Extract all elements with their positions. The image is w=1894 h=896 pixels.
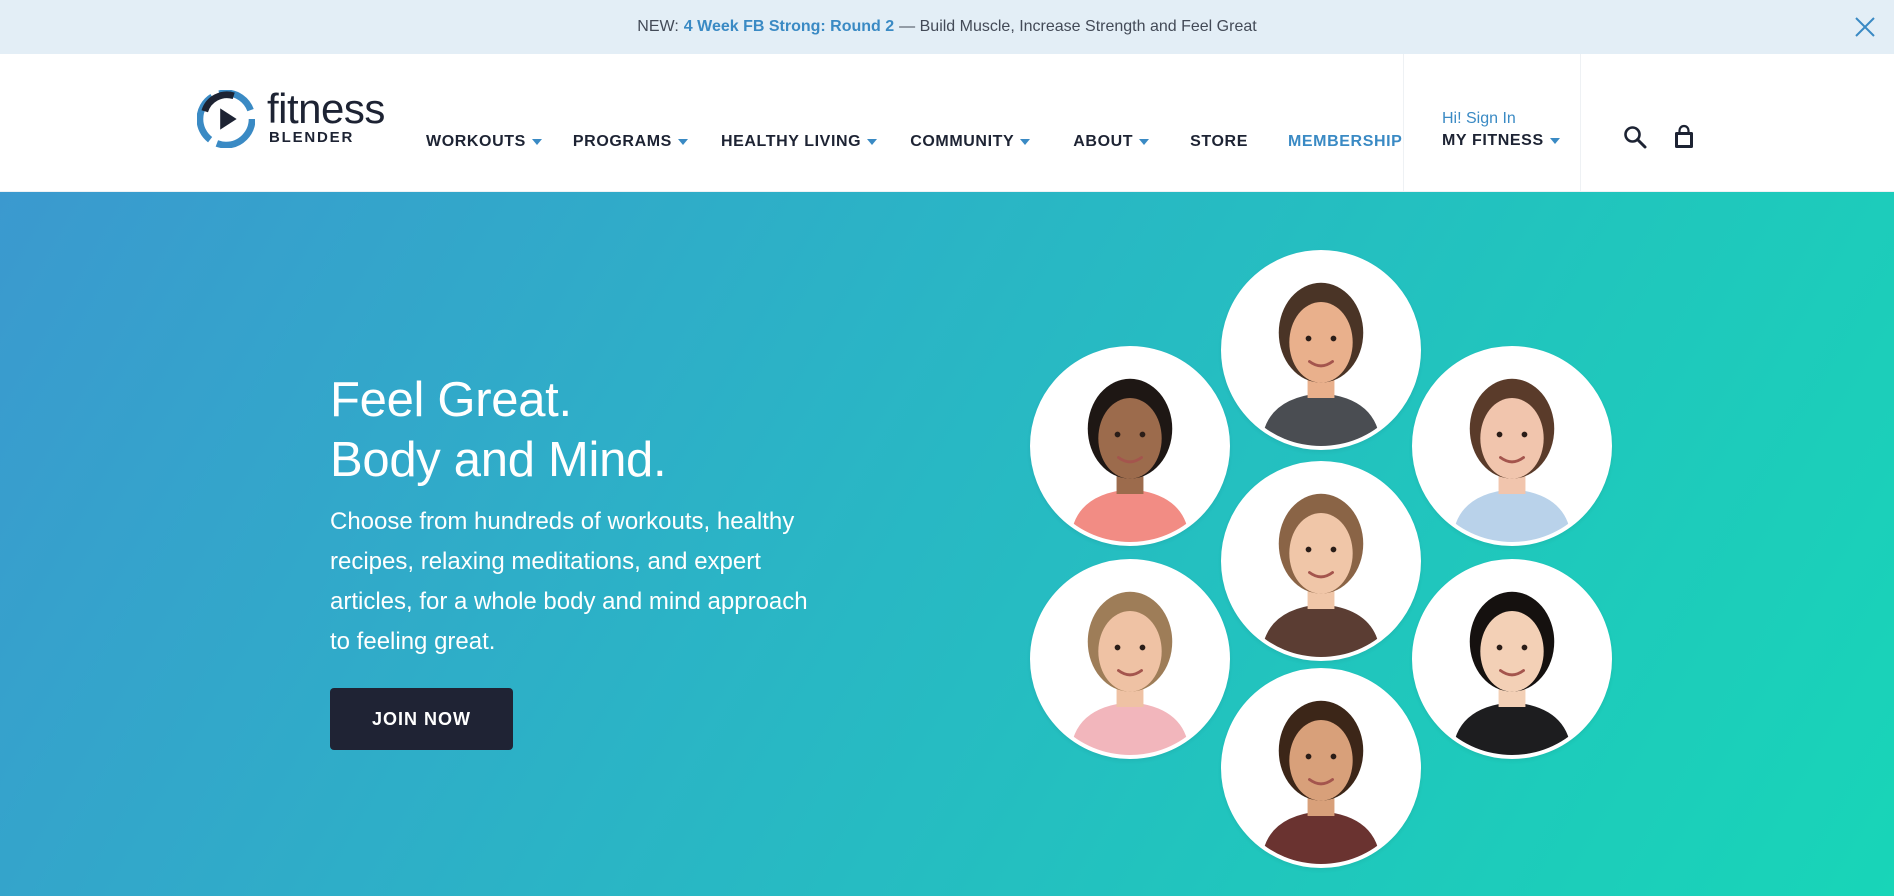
announcement-banner: NEW: 4 Week FB Strong: Round 2 — Build M… [0, 0, 1894, 54]
portrait-eye [1114, 644, 1121, 651]
portrait-eye [1114, 431, 1121, 438]
banner-link[interactable]: 4 Week FB Strong: Round 2 [684, 18, 894, 36]
portrait-face [1480, 398, 1544, 479]
nav-workouts[interactable]: WORKOUTS [426, 133, 542, 151]
trainer-portrait [1225, 254, 1417, 446]
search-icon[interactable] [1622, 124, 1648, 150]
nav-label: PROGRAMS [572, 133, 672, 150]
portrait-eye [1139, 431, 1146, 438]
trainer-avatar [1221, 461, 1421, 661]
banner-prefix: NEW: [637, 18, 679, 35]
trainer-avatar [1030, 559, 1230, 759]
trainer-portrait [1034, 350, 1226, 542]
hero-section: Feel Great. Body and Mind. Choose from h… [0, 192, 1894, 896]
chevron-down-icon [1549, 138, 1560, 144]
nav-label: COMMUNITY [910, 133, 1015, 150]
account-menu[interactable]: Hi! Sign In MY FITNESS [1442, 110, 1560, 150]
trainer-portrait [1225, 672, 1417, 864]
nav-label: WORKOUTS [426, 133, 526, 150]
join-now-button[interactable]: JOIN NOW [330, 688, 513, 750]
trainer-avatar [1412, 559, 1612, 759]
shopping-bag-icon[interactable] [1671, 124, 1697, 150]
trainer-portrait [1034, 563, 1226, 755]
trainer-avatar [1412, 346, 1612, 546]
trainer-portrait [1416, 563, 1608, 755]
chevron-down-icon [1139, 139, 1150, 145]
my-fitness-dropdown[interactable]: MY FITNESS [1442, 132, 1560, 150]
nav-membership[interactable]: MEMBERSHIP [1288, 133, 1402, 151]
nav-label: MEMBERSHIP [1287, 133, 1403, 150]
nav-label: ABOUT [1073, 133, 1134, 150]
portrait-face [1098, 611, 1162, 692]
trainer-avatar [1221, 668, 1421, 868]
header-divider [1580, 54, 1581, 192]
headline-line-1: Feel Great. [330, 373, 572, 427]
logo-mark-icon [197, 90, 255, 148]
hero-headline: Feel Great. Body and Mind. [330, 370, 667, 490]
portrait-eye [1496, 431, 1503, 438]
main-nav: WORKOUTS PROGRAMS HEALTHY LIVING COMMUNI… [426, 133, 1402, 151]
portrait-eye [1305, 546, 1312, 553]
portrait-eye [1139, 644, 1146, 651]
portrait-eye [1521, 431, 1528, 438]
headline-line-2: Body and Mind. [330, 433, 667, 487]
nav-programs[interactable]: PROGRAMS [573, 133, 688, 151]
header-divider [1403, 54, 1404, 192]
chevron-down-icon [677, 139, 688, 145]
portrait-eye [1496, 644, 1503, 651]
banner-suffix: — Build Muscle, Increase Strength and Fe… [899, 18, 1257, 35]
logo-subword: BLENDER [269, 129, 355, 146]
hero-description: Choose from hundreds of workouts, health… [330, 508, 808, 655]
sign-in-link[interactable]: Hi! Sign In [1442, 110, 1560, 128]
trainer-avatar [1030, 346, 1230, 546]
portrait-eye [1330, 753, 1337, 760]
close-icon[interactable] [1852, 14, 1878, 40]
nav-about[interactable]: ABOUT [1073, 133, 1150, 151]
nav-label: HEALTHY LIVING [720, 133, 862, 150]
portrait-face [1098, 398, 1162, 479]
portrait-face [1289, 302, 1353, 383]
nav-community[interactable]: COMMUNITY [910, 133, 1031, 151]
fitness-blender-logo[interactable]: fitness BLENDER [197, 85, 397, 150]
my-fitness-label: MY FITNESS [1442, 132, 1544, 149]
logo-word: fitness [267, 85, 385, 132]
nav-label: STORE [1190, 133, 1248, 150]
chevron-down-icon [531, 139, 542, 145]
portrait-face [1480, 611, 1544, 692]
trainer-avatar [1221, 250, 1421, 450]
nav-healthy-living[interactable]: HEALTHY LIVING [720, 133, 878, 151]
nav-store[interactable]: STORE [1190, 133, 1248, 151]
portrait-eye [1521, 644, 1528, 651]
trainer-portrait [1416, 350, 1608, 542]
portrait-face [1289, 720, 1353, 801]
portrait-eye [1305, 753, 1312, 760]
portrait-face [1289, 513, 1353, 594]
portrait-eye [1305, 335, 1312, 342]
portrait-eye [1330, 546, 1337, 553]
site-header: fitness BLENDER WORKOUTS PROGRAMS HEALTH… [0, 54, 1894, 192]
chevron-down-icon [1020, 139, 1031, 145]
portrait-eye [1330, 335, 1337, 342]
chevron-down-icon [867, 139, 878, 145]
trainer-portrait [1225, 465, 1417, 657]
